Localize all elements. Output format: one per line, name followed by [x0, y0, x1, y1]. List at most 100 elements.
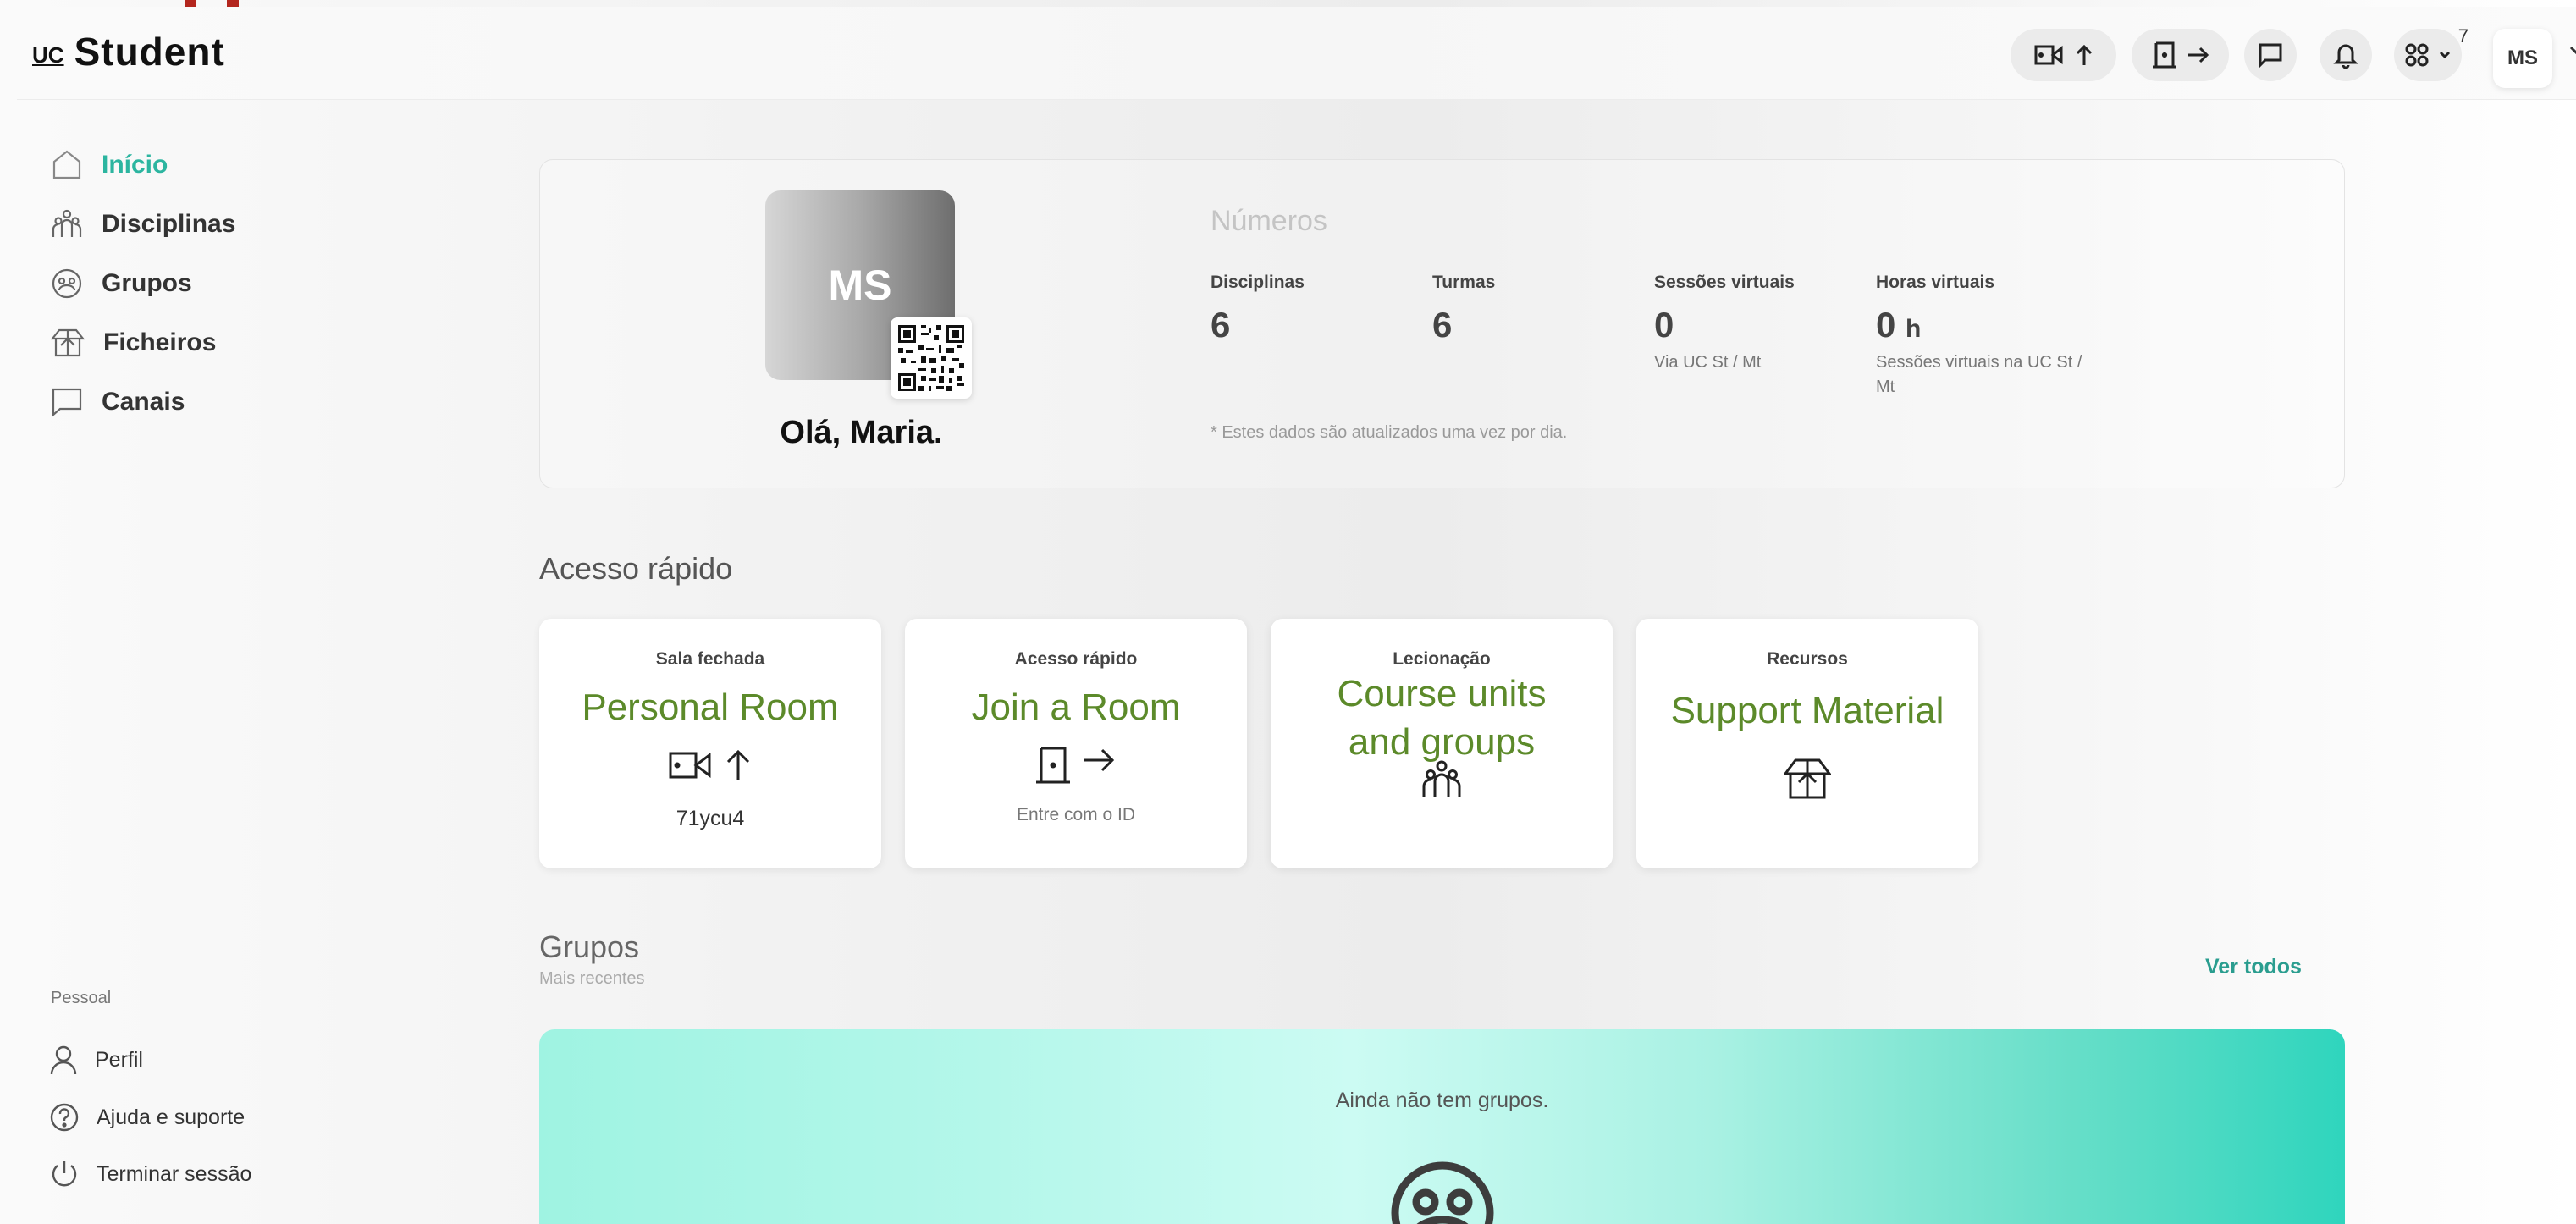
user-icon [50, 1045, 77, 1075]
card-icon-row [1271, 758, 1613, 799]
sidebar-item-label: Disciplinas [102, 210, 236, 238]
logo-prefix: UC [32, 42, 64, 68]
sidebar-item-terminar-sessao[interactable]: Terminar sessão [49, 1155, 251, 1193]
join-room-button[interactable] [2132, 29, 2229, 81]
card-category: Acesso rápido [1014, 649, 1138, 669]
app-logo[interactable]: UC Student [32, 32, 225, 71]
groups-subtitle: Mais recentes [539, 969, 645, 988]
personal-room-card[interactable]: Sala fechada Personal Room 71ycu4 [539, 619, 881, 868]
stat-value: 0 [1654, 305, 1674, 345]
card-title-line: Course units [1337, 673, 1547, 714]
box-icon [51, 328, 85, 357]
stat-value: 0 [1876, 305, 1896, 345]
chat-button[interactable] [2244, 29, 2297, 81]
stat-value: 6 [1432, 305, 1453, 345]
stat-sub: Via UC St / Mt [1654, 353, 1762, 372]
chat-icon [52, 388, 82, 417]
card-category: Lecionação [1393, 649, 1491, 669]
sidebar-item-ajuda[interactable]: Ajuda e suporte [49, 1099, 245, 1136]
see-all-link[interactable]: Ver todos [2205, 955, 2302, 979]
stats-note: * Estes dados são atualizados uma vez po… [1211, 423, 1568, 442]
arrow-right-icon [1084, 748, 1115, 772]
sidebar-item-label: Perfil [95, 1047, 143, 1072]
sidebar-item-label: Grupos [102, 269, 192, 297]
stat-value-row: 0 h [1876, 305, 2083, 345]
power-icon [52, 1161, 77, 1187]
card-icon-row [1636, 757, 1978, 801]
sidebar-item-canais[interactable]: Canais [51, 381, 185, 423]
qr-code-icon [898, 325, 964, 391]
chevron-down-icon[interactable] [2569, 46, 2576, 56]
user-avatar-button[interactable]: MS [2493, 29, 2552, 88]
room-id: 71ycu4 [676, 807, 745, 830]
greeting-text: Olá, Maria. [780, 415, 943, 450]
stat-label: Sessões virtuais [1654, 273, 1795, 292]
chat-icon [2259, 43, 2282, 68]
notifications-button[interactable] [2320, 29, 2372, 81]
group-face-icon [1391, 1161, 1494, 1224]
card-title: Join a Room [971, 686, 1181, 728]
stat-unit: h [1906, 315, 1922, 343]
stat-horas-virtuais: Horas virtuais 0 h Sessões virtuais na U… [1876, 273, 2083, 400]
qr-code[interactable] [891, 317, 972, 399]
help-icon [50, 1103, 79, 1132]
apps-grid-icon [2405, 43, 2429, 67]
card-title: Course units and groups [1271, 670, 1613, 766]
sidebar-item-ficheiros[interactable]: Ficheiros [51, 322, 216, 364]
card-category: Recursos [1767, 649, 1848, 669]
arrow-right-icon [2187, 47, 2209, 63]
bell-icon [2333, 44, 2358, 69]
groups-title: Grupos [539, 929, 640, 964]
home-icon [52, 150, 81, 179]
arrow-up-icon [2076, 44, 2092, 65]
profile-initials: MS [828, 262, 892, 309]
stat-turmas: Turmas 6 [1432, 273, 1495, 345]
card-category: Sala fechada [655, 649, 765, 669]
group-face-icon [52, 268, 82, 299]
stat-label: Horas virtuais [1876, 273, 1995, 292]
people-icon [52, 209, 82, 237]
sidebar-item-grupos[interactable]: Grupos [51, 262, 192, 305]
stat-sessoes-virtuais: Sessões virtuais 0 Via UC St / Mt [1654, 273, 1862, 375]
quick-access-title: Acesso rápido [539, 551, 733, 586]
sidebar-item-disciplinas[interactable]: Disciplinas [51, 203, 235, 245]
empty-groups-text: Ainda não tem grupos. [1335, 1089, 1549, 1112]
logo-text: Student [74, 30, 225, 74]
sidebar-item-perfil[interactable]: Perfil [49, 1041, 143, 1078]
sidebar-item-label: Ajuda e suporte [97, 1105, 245, 1129]
video-camera-icon [669, 752, 711, 779]
door-icon [2152, 41, 2176, 69]
card-subtitle: Entre com o ID [1016, 805, 1136, 824]
card-title: Personal Room [582, 686, 839, 728]
card-icon-row [905, 747, 1247, 784]
people-icon [1422, 760, 1461, 797]
sidebar-item-label: Terminar sessão [97, 1161, 252, 1186]
personal-section-label: Pessoal [51, 989, 112, 1007]
sidebar-item-label: Início [102, 151, 168, 179]
course-units-card[interactable]: Lecionação Course units and groups [1271, 619, 1613, 868]
stat-label: Disciplinas [1211, 273, 1305, 292]
apps-menu-button[interactable]: 7 [2394, 25, 2468, 81]
sidebar-item-label: Canais [102, 388, 185, 416]
arrow-up-icon [726, 749, 750, 780]
stat-disciplinas: Disciplinas 6 [1211, 273, 1305, 345]
stat-value: 6 [1211, 305, 1231, 345]
card-icon-row [539, 748, 881, 782]
sidebar-item-label: Ficheiros [103, 328, 217, 356]
numbers-title: Números [1211, 205, 1327, 237]
top-bar: UC Student 7 MS [17, 7, 2576, 100]
sidebar-item-inicio[interactable]: Início [51, 144, 168, 186]
card-title: Support Material [1670, 690, 1944, 731]
chevron-down-icon [2439, 51, 2451, 59]
join-room-card[interactable]: Acesso rápido Join a Room Entre com o ID [905, 619, 1247, 868]
stat-sub: Sessões virtuais na UC St / Mt [1876, 353, 2082, 396]
avatar-initials: MS [2507, 47, 2538, 69]
groups-empty-banner: Ainda não tem grupos. [539, 1029, 2345, 1224]
video-camera-icon [2034, 45, 2062, 65]
door-icon [1036, 747, 1070, 784]
support-material-card[interactable]: Recursos Support Material [1636, 619, 1978, 868]
stat-label: Turmas [1432, 273, 1496, 292]
apps-badge: 7 [2457, 25, 2468, 47]
box-icon [1784, 758, 1831, 799]
personal-room-button[interactable] [2011, 29, 2116, 81]
